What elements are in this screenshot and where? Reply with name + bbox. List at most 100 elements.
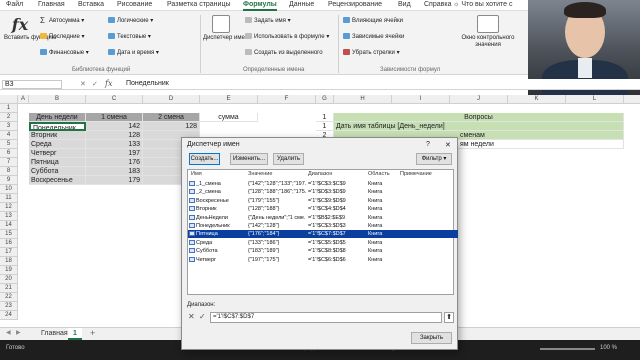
row-header[interactable]: 12: [0, 203, 18, 212]
logical-button[interactable]: Логические ▾: [108, 17, 153, 25]
autosum-button[interactable]: Σ Автосумма ▾: [40, 17, 84, 25]
name-row[interactable]: Суббота {"183";"189"} ='1'!$C$8:$D$8 Книга: [188, 247, 458, 255]
create-name-button[interactable]: Создать...: [189, 153, 220, 165]
row-header[interactable]: 8: [0, 167, 18, 176]
tab-formulas[interactable]: Формулы: [243, 1, 277, 11]
dialog-close-icon[interactable]: ✕: [445, 141, 451, 149]
tab-insert[interactable]: Вставка: [78, 1, 104, 8]
dialog-help-button[interactable]: ?: [426, 141, 430, 148]
col-header-scope[interactable]: Область: [368, 170, 390, 178]
name-row[interactable]: Среда {"133";"186"} ='1'!$C$5:$D$5 Книга: [188, 239, 458, 247]
select-all-corner[interactable]: [0, 95, 18, 104]
name-row[interactable]: Понедельник {"142";"128"} ='1'!$C$3:$D$3 Кн…: [188, 222, 458, 230]
day-cell[interactable]: Суббота: [29, 167, 86, 176]
row-header[interactable]: 10: [0, 185, 18, 194]
tab-data[interactable]: Данные: [289, 1, 314, 8]
range-cancel-icon[interactable]: ✕: [188, 312, 195, 321]
row-header[interactable]: 11: [0, 194, 18, 203]
column-header[interactable]: I: [392, 95, 450, 104]
close-dialog-button[interactable]: Закрыть: [411, 332, 452, 344]
column-header[interactable]: G: [316, 95, 334, 104]
sheet-tab-1[interactable]: 1: [68, 328, 82, 340]
shift1-cell[interactable]: 197: [86, 149, 143, 158]
row-header[interactable]: 19: [0, 266, 18, 275]
header-shift1[interactable]: 1 смена: [86, 113, 143, 122]
column-header[interactable]: C: [86, 95, 143, 104]
delete-name-button[interactable]: Удалить: [273, 153, 304, 165]
question-number[interactable]: 1: [316, 113, 334, 122]
row-header[interactable]: 18: [0, 257, 18, 266]
row-header[interactable]: 3: [0, 122, 18, 131]
names-list[interactable]: Имя Значение Диапазон Область Примечание…: [187, 169, 458, 295]
cancel-icon[interactable]: ✕: [80, 80, 86, 88]
tell-me-search[interactable]: ☼ Что вы хотите с: [453, 1, 520, 8]
questions-header[interactable]: Вопросы: [334, 113, 624, 122]
name-manager-button[interactable]: Диспетчер имен: [203, 15, 248, 42]
shift1-cell[interactable]: 133: [86, 140, 143, 149]
range-collapse-icon[interactable]: ⬆: [444, 312, 454, 323]
header-day[interactable]: День недели: [29, 113, 86, 122]
zoom-level[interactable]: 100 %: [600, 345, 617, 351]
row-header[interactable]: 7: [0, 158, 18, 167]
name-box[interactable]: B3: [2, 80, 62, 89]
name-row[interactable]: Воскресенье {"179";"155"} ='1'!$C$9:$D$9 Кн…: [188, 197, 458, 205]
name-row[interactable]: Вторник {"128";"188"} ='1'!$C$4:$D$4 Книга: [188, 205, 458, 213]
column-header[interactable]: E: [200, 95, 258, 104]
remove-arrows-button[interactable]: Убрать стрелки ▾: [343, 49, 400, 57]
watch-window-button[interactable]: Окно контрольного значения: [458, 15, 518, 49]
shift1-cell[interactable]: 142: [86, 122, 143, 131]
column-header[interactable]: F: [258, 95, 316, 104]
column-header[interactable]: A: [18, 95, 29, 104]
sheet-nav-right-icon[interactable]: ▶: [16, 329, 21, 336]
trace-dependents-button[interactable]: Зависимые ячейки: [343, 33, 404, 41]
recent-button[interactable]: Последние ▾: [40, 33, 85, 41]
column-header[interactable]: J: [450, 95, 508, 104]
filter-button[interactable]: Фильтр ▾: [416, 153, 452, 165]
name-row[interactable]: ДеньНедели {"День недели";"1 сме... ='1'!$…: [188, 214, 458, 222]
row-header[interactable]: 21: [0, 284, 18, 293]
tab-file[interactable]: Файл: [6, 1, 23, 8]
day-cell[interactable]: Понедельник: [29, 122, 86, 131]
column-header[interactable]: D: [143, 95, 200, 104]
day-cell[interactable]: Четверг: [29, 149, 86, 158]
day-cell[interactable]: Пятница: [29, 158, 86, 167]
formula-input[interactable]: Понедельник: [126, 80, 169, 87]
range-input[interactable]: ='1'!$C$7:$D$7: [210, 312, 442, 323]
row-header[interactable]: 5: [0, 140, 18, 149]
tab-page-layout[interactable]: Разметка страницы: [167, 1, 231, 8]
day-cell[interactable]: Среда: [29, 140, 86, 149]
confirm-icon[interactable]: ✓: [92, 80, 98, 88]
shift1-cell[interactable]: 183: [86, 167, 143, 176]
name-row[interactable]: _1_смена {"142";"128";"133";"197... ='1'!$…: [188, 180, 458, 188]
trace-precedents-button[interactable]: Влияющие ячейки: [343, 17, 403, 25]
header-sum[interactable]: сумма: [200, 113, 258, 122]
name-row[interactable]: Пятница {"176";"184"} ='1'!$C$7:$D$7 Книга: [188, 230, 458, 239]
column-header[interactable]: B: [29, 95, 86, 104]
sheet-nav-left-icon[interactable]: ◀: [6, 329, 11, 336]
zoom-slider[interactable]: [540, 348, 595, 350]
shift1-cell[interactable]: 128: [86, 131, 143, 140]
name-row[interactable]: _2_смена {"128";"188";"186";"175... ='1'!$…: [188, 188, 458, 196]
datetime-button[interactable]: Дата и время ▾: [108, 49, 159, 57]
shift1-cell[interactable]: 176: [86, 158, 143, 167]
column-header[interactable]: L: [566, 95, 624, 104]
define-name-button[interactable]: Задать имя ▾: [245, 17, 291, 25]
row-header[interactable]: 4: [0, 131, 18, 140]
create-from-selection-button[interactable]: Создать из выделенного: [245, 49, 323, 57]
col-header-note[interactable]: Примечание: [400, 170, 432, 178]
row-header[interactable]: 2: [0, 113, 18, 122]
tab-help[interactable]: Справка: [424, 1, 451, 8]
insert-function-button[interactable]: fx Вставить функцию: [4, 15, 56, 42]
day-cell[interactable]: Воскресенье: [29, 176, 86, 185]
row-header[interactable]: 23: [0, 302, 18, 311]
row-header[interactable]: 1: [0, 104, 18, 113]
insert-function-fx[interactable]: fx: [105, 79, 112, 88]
tab-review[interactable]: Рецензирование: [328, 1, 382, 8]
text-button[interactable]: Текстовые ▾: [108, 33, 151, 41]
tab-home[interactable]: Главная: [38, 1, 65, 8]
row-header[interactable]: 13: [0, 212, 18, 221]
add-sheet-button[interactable]: +: [90, 328, 95, 339]
name-row[interactable]: Четверг {"197";"175"} ='1'!$C$6:$D$6 Книга: [188, 256, 458, 264]
question-text[interactable]: Дать имя таблицы [День_недели]: [334, 122, 624, 131]
question-number[interactable]: 1: [316, 122, 334, 131]
